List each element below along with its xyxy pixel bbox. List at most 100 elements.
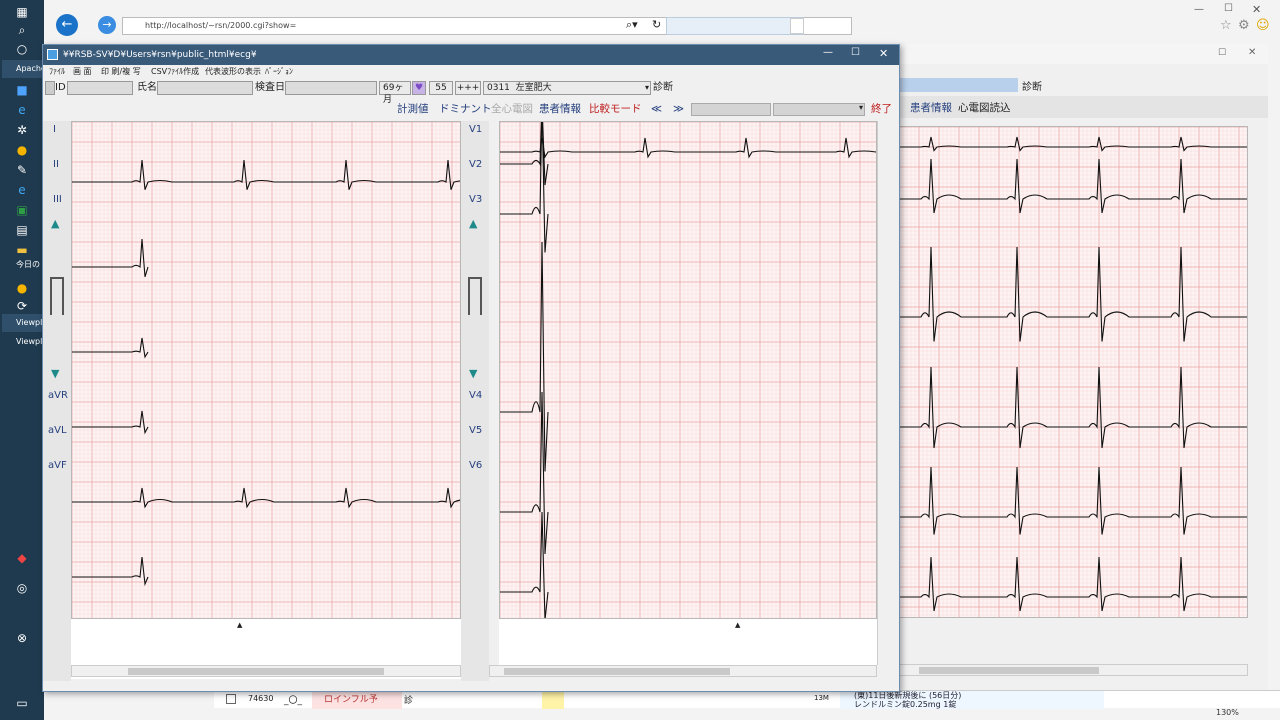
search-icon[interactable]: ⌕▾ — [626, 18, 638, 32]
menu-screen[interactable]: 画 面 — [73, 65, 92, 79]
calibration-icon — [50, 277, 64, 315]
ecg-trace-limb-5 — [72, 487, 460, 509]
row-note-2: レンドルミン錠0.25mg 1錠 — [854, 700, 957, 709]
bg-ecg-reading-link[interactable]: 心電図読込 — [958, 100, 1011, 115]
lead-label-V4: V4 — [469, 390, 483, 401]
chest-footer: ▲ — [499, 619, 877, 665]
marker-icon: ▲ — [735, 621, 741, 629]
prev-button[interactable]: ≪ — [651, 102, 662, 116]
close-button[interactable]: ✕ — [879, 47, 888, 60]
new-tab-button[interactable] — [790, 18, 804, 34]
cortana-icon[interactable]: ○ — [14, 41, 30, 57]
row-highlight — [542, 691, 564, 709]
arrow-up-icon[interactable]: ▲ — [469, 217, 477, 230]
excel-icon[interactable]: ▣ — [14, 202, 30, 218]
compare-mode-link[interactable]: 比較モード — [589, 102, 642, 116]
pen-icon[interactable]: ✎ — [14, 162, 30, 178]
bottom-row: 74630 _〇_ ロインフル予 診 13M (東)11日後新規後に (56日分… — [214, 690, 1280, 709]
close-circle-icon[interactable]: ⊗ — [14, 630, 30, 646]
maximize-button[interactable]: ☐ — [1224, 3, 1233, 14]
chevron-down-icon[interactable]: ▾ — [859, 103, 863, 112]
forward-button[interactable]: → — [98, 16, 116, 34]
smiley-icon[interactable]: ☺ — [1256, 18, 1270, 33]
id-field[interactable] — [67, 81, 133, 95]
close-button[interactable]: ✕ — [1252, 3, 1261, 16]
next-button[interactable]: ≫ — [673, 102, 684, 116]
arrow-up-icon[interactable]: ▲ — [51, 217, 59, 230]
windows-start-icon[interactable]: ▦ — [14, 4, 30, 20]
chevron-down-icon[interactable]: ▾ — [645, 82, 649, 94]
bg-horizontal-scrollbar[interactable] — [898, 664, 1248, 676]
name-field[interactable] — [157, 81, 253, 95]
date-field[interactable] — [691, 103, 771, 116]
taskbar: ▦ ⌕ ○ Apache ■ e ✲ ● ✎ e ▣ ▤ ▬ 今日の ● ⟳ V… — [0, 0, 58, 720]
arrow-down-icon[interactable]: ▼ — [51, 367, 59, 380]
lead-label-aVL: aVL — [48, 425, 67, 436]
row-note-1: (東)11日後新規後に (56日分) — [854, 691, 962, 700]
minimize-button[interactable]: — — [823, 47, 833, 58]
gear-icon[interactable]: ⚙ — [1238, 18, 1250, 33]
bg-patient-info-link[interactable]: 患者情報 — [910, 100, 952, 115]
menu-version[interactable]: ﾊﾞｰｼﾞｮﾝ — [265, 65, 293, 79]
patient-info-link[interactable]: 患者情報 — [539, 102, 581, 116]
limb-horizontal-scrollbar[interactable] — [71, 665, 461, 677]
compare-select[interactable]: ▾ — [773, 103, 865, 116]
ecg-viewer-window: ¥¥RSB-SV¥D¥Users¥rsn¥public_html¥ecg¥ — … — [42, 44, 900, 692]
grade-field: +++ — [455, 81, 481, 95]
row-note: (東)11日後新規後に (56日分) レンドルミン錠0.25mg 1錠 — [840, 691, 1104, 709]
tray-icon-2[interactable]: ◎ — [14, 580, 30, 596]
doc-icon[interactable]: ▤ — [14, 222, 30, 238]
exam-date-label: 検査日 — [255, 82, 285, 93]
tray-icon[interactable]: ◆ — [14, 550, 30, 566]
id-toggle[interactable] — [45, 81, 55, 95]
menu-representative[interactable]: 代表波形の表示 — [205, 65, 261, 79]
left-lead-strip — [43, 121, 71, 681]
bg-diagnosis-label: 診断 — [1022, 82, 1042, 93]
search-icon[interactable]: ⌕ — [14, 22, 30, 38]
refresh-icon[interactable]: ↻ — [652, 18, 661, 31]
lead-label-V5: V5 — [469, 425, 483, 436]
ie-icon[interactable]: e — [14, 182, 30, 198]
app-icon[interactable]: ■ — [14, 82, 30, 98]
heart-icon[interactable]: ♥ — [412, 81, 426, 95]
refresh-icon[interactable]: ⟳ — [14, 298, 30, 314]
ecg-grid-limb — [72, 122, 460, 618]
arrow-down-icon[interactable]: ▼ — [469, 367, 477, 380]
favorites-icon[interactable]: ☆ — [1220, 18, 1232, 33]
lead-label-V3: V3 — [469, 194, 483, 205]
browser-tab[interactable] — [666, 17, 804, 35]
bg-close-button[interactable]: ✕ — [1248, 47, 1256, 58]
diagnosis-button[interactable]: 診断 — [653, 81, 673, 95]
chest-horizontal-scrollbar[interactable] — [489, 665, 877, 677]
row-checkbox[interactable] — [226, 694, 236, 704]
chrome-icon[interactable]: ● — [14, 142, 30, 158]
name-label: 氏名 — [137, 82, 157, 93]
ecg-grid-chest — [500, 122, 876, 618]
dominant-link[interactable]: ドミナント — [439, 102, 492, 116]
chrome-icon-2[interactable]: ● — [14, 280, 30, 296]
measurements-link[interactable]: 計測値 — [397, 102, 429, 116]
maximize-button[interactable]: ☐ — [851, 47, 860, 58]
back-button[interactable]: ← — [56, 14, 78, 36]
vertical-scrollbar[interactable] — [877, 121, 897, 665]
zoom-level[interactable]: 130% — [1216, 708, 1239, 717]
row-diag: 診 — [404, 696, 414, 706]
lead-label-aVF: aVF — [48, 460, 67, 471]
bg-ecg-trace-5 — [899, 466, 1247, 535]
row-influenza: ロインフル予 — [312, 691, 402, 709]
settings-icon[interactable]: ✲ — [14, 122, 30, 138]
lead-label-V6: V6 — [469, 460, 483, 471]
finding-select[interactable]: 0311 左室肥大 ▾ — [483, 81, 651, 95]
exam-date-field[interactable] — [285, 81, 377, 95]
minimize-button[interactable]: — — [1194, 4, 1204, 15]
notification-icon[interactable]: ▭ — [14, 695, 30, 711]
end-button[interactable]: 終了 — [871, 102, 892, 116]
menu-file[interactable]: ﾌｧｲﾙ — [49, 65, 65, 79]
bg-maximize-button[interactable]: ☐ — [1218, 48, 1226, 58]
menu-csv[interactable]: CSVﾌｧｲﾙ作成 — [151, 65, 199, 79]
lead-label-aVR: aVR — [48, 390, 68, 401]
window-title: ¥¥RSB-SV¥D¥Users¥rsn¥public_html¥ecg¥ — [43, 45, 899, 65]
edge-icon[interactable]: e — [14, 102, 30, 118]
bg-ecg-grid — [899, 127, 1247, 617]
menu-print[interactable]: 印 刷/複 写 — [101, 65, 141, 79]
